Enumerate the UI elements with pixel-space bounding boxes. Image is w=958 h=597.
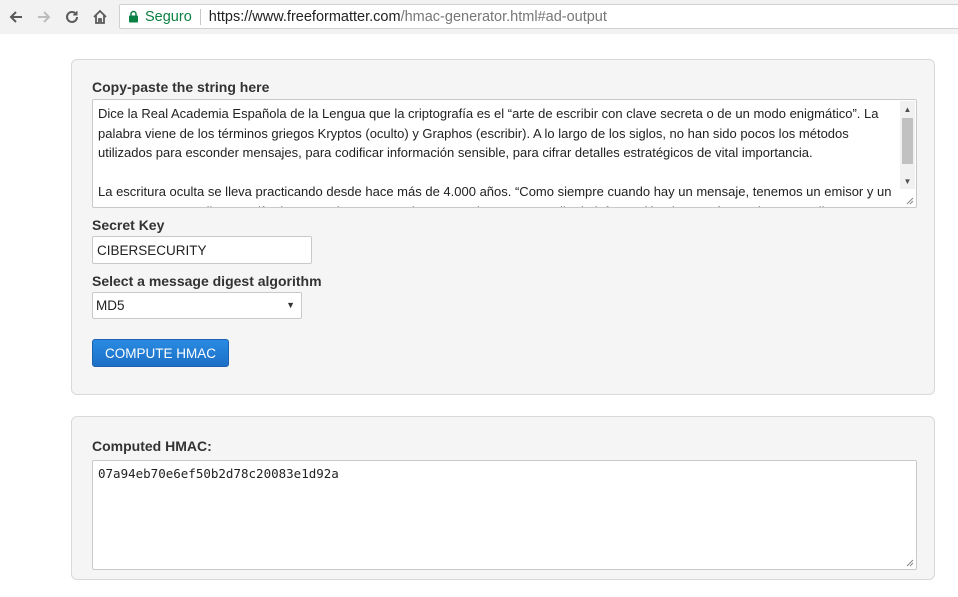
address-bar[interactable]: Seguro https://www.freeformatter.com/hma…	[119, 4, 958, 29]
dropdown-caret-icon: ▼	[286, 300, 295, 310]
computed-hmac-label: Computed HMAC:	[92, 438, 212, 454]
resize-grip-icon[interactable]	[904, 557, 914, 567]
hmac-input-panel: Copy-paste the string here Dice la Real …	[71, 59, 935, 395]
scroll-down-arrow-icon[interactable]: ▼	[900, 173, 915, 189]
algorithm-selected-value: MD5	[96, 298, 125, 313]
resize-grip-icon[interactable]	[904, 195, 914, 205]
textarea-scrollbar[interactable]: ▲ ▼	[900, 101, 915, 189]
algorithm-select[interactable]: MD5 ▼	[92, 292, 302, 319]
hmac-output-panel: Computed HMAC: 07a94eb70e6ef50b2d78c2008…	[71, 416, 935, 580]
input-string-text: Dice la Real Academia Española de la Len…	[98, 106, 892, 207]
input-string-label: Copy-paste the string here	[92, 79, 270, 95]
url-host: https://www.freeformatter.com	[208, 8, 401, 25]
compute-hmac-button[interactable]: COMPUTE HMAC	[92, 339, 229, 367]
reload-icon[interactable]	[58, 3, 86, 31]
home-icon[interactable]	[86, 3, 114, 31]
back-arrow-icon[interactable]	[2, 3, 30, 31]
forward-arrow-icon[interactable]	[30, 3, 58, 31]
secure-label: Seguro	[145, 8, 192, 25]
browser-toolbar: Seguro https://www.freeformatter.com/hma…	[0, 0, 958, 34]
computed-hmac-textarea[interactable]: 07a94eb70e6ef50b2d78c20083e1d92a	[92, 460, 917, 570]
scroll-up-arrow-icon[interactable]: ▲	[900, 101, 915, 117]
scroll-thumb[interactable]	[902, 118, 913, 164]
input-string-textarea[interactable]: Dice la Real Academia Española de la Len…	[92, 99, 917, 208]
computed-hmac-value: 07a94eb70e6ef50b2d78c20083e1d92a	[98, 466, 339, 481]
url-path: /hmac-generator.html#ad-output	[400, 8, 607, 25]
address-separator	[199, 8, 201, 25]
lock-icon	[128, 10, 139, 23]
algorithm-label: Select a message digest algorithm	[92, 273, 322, 289]
secret-key-label: Secret Key	[92, 217, 165, 233]
secret-key-input[interactable]: CIBERSECURITY	[92, 236, 312, 264]
